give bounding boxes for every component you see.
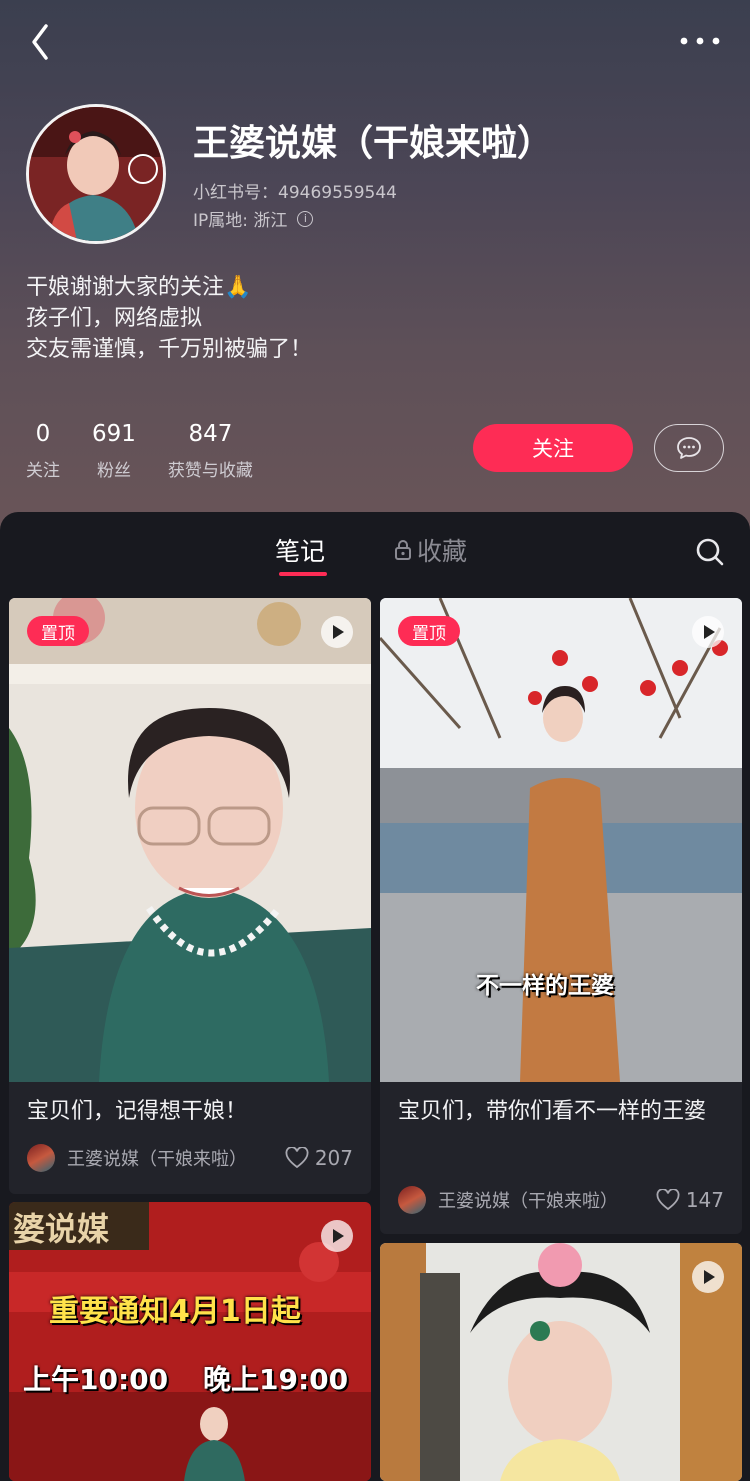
content-tabs: 笔记 收藏 bbox=[0, 512, 750, 590]
video-play-icon bbox=[321, 616, 353, 648]
likes-collects-stat[interactable]: 847 获赞与收藏 bbox=[168, 420, 253, 481]
likes-collects-count: 847 bbox=[188, 421, 233, 447]
like-count: 207 bbox=[314, 1146, 353, 1170]
following-count: 0 bbox=[35, 421, 51, 447]
note-card[interactable]: 婆说媒 重要通知4月1日起 上午10:00 晚上19:00 bbox=[9, 1202, 371, 1481]
note-cover-image bbox=[380, 598, 742, 1082]
followers-label: 粉丝 bbox=[96, 461, 131, 481]
search-button[interactable] bbox=[694, 536, 726, 568]
following-stat[interactable]: 0 关注 bbox=[26, 420, 60, 481]
followers-stat[interactable]: 691 粉丝 bbox=[92, 420, 136, 481]
followers-count: 691 bbox=[92, 421, 136, 447]
search-icon bbox=[696, 538, 724, 566]
author-avatar[interactable] bbox=[27, 1144, 55, 1172]
note-footer: 王婆说媒（干娘来啦） 207 bbox=[27, 1142, 353, 1174]
heart-icon bbox=[285, 1147, 309, 1169]
tab-notes[interactable]: 笔记 bbox=[275, 532, 325, 568]
more-dots-icon bbox=[680, 37, 720, 45]
bio-line: 孩子们，网络虚拟 bbox=[26, 306, 203, 331]
author-name[interactable]: 王婆说媒（干娘来啦） bbox=[438, 1187, 618, 1213]
ip-location-row: IP属地: 浙江 i bbox=[193, 206, 314, 231]
note-cover-image bbox=[9, 598, 371, 1082]
author-avatar[interactable] bbox=[398, 1186, 426, 1214]
cover-caption: 上午10:00 bbox=[23, 1363, 169, 1396]
heart-icon bbox=[656, 1189, 680, 1211]
tab-collections[interactable]: 收藏 bbox=[393, 532, 467, 568]
pinned-badge: 置顶 bbox=[27, 616, 89, 646]
note-card[interactable]: 置顶 宝贝们，记得想干娘！ 王婆说媒（干娘来啦） 207 bbox=[9, 598, 371, 1194]
chat-bubble-icon bbox=[677, 437, 701, 459]
like-button[interactable]: 207 bbox=[285, 1146, 353, 1170]
back-button[interactable] bbox=[24, 20, 60, 64]
profile-avatar[interactable] bbox=[26, 104, 166, 244]
message-button[interactable] bbox=[654, 424, 724, 472]
top-bar bbox=[0, 0, 750, 84]
more-options-button[interactable] bbox=[674, 24, 726, 58]
note-card[interactable]: 置顶 不一样的王婆 宝贝们，带你们看不一样的王婆 王婆说媒（干娘来啦） 147 bbox=[380, 598, 742, 1234]
note-title: 宝贝们，带你们看不一样的王婆 bbox=[398, 1099, 707, 1124]
cover-caption: 重要通知4月1日起 bbox=[49, 1294, 301, 1329]
author-name[interactable]: 王婆说媒（干娘来啦） bbox=[67, 1145, 247, 1171]
info-icon[interactable]: i bbox=[297, 210, 314, 227]
note-cover-image bbox=[380, 1243, 742, 1481]
lock-icon bbox=[395, 540, 411, 560]
video-play-icon bbox=[692, 1261, 724, 1293]
avatar-image bbox=[29, 107, 163, 241]
ip-location: IP属地: 浙江 bbox=[193, 211, 288, 231]
following-label: 关注 bbox=[26, 461, 60, 481]
profile-stats: 0 关注 691 粉丝 847 获赞与收藏 bbox=[26, 420, 285, 481]
like-button[interactable]: 147 bbox=[656, 1188, 724, 1212]
tab-collections-label: 收藏 bbox=[417, 537, 468, 566]
pinned-badge: 置顶 bbox=[398, 616, 460, 646]
profile-nickname: 王婆说媒（干娘来啦） bbox=[193, 123, 554, 164]
cover-caption: 晚上19:00 bbox=[203, 1363, 349, 1396]
follow-button[interactable]: 关注 bbox=[473, 424, 633, 472]
red-id: 小红书号：49469559544 bbox=[193, 183, 397, 203]
note-title: 宝贝们，记得想干娘！ bbox=[27, 1099, 248, 1124]
video-play-icon bbox=[321, 1220, 353, 1252]
note-card[interactable] bbox=[380, 1243, 742, 1481]
bio-line: 干娘谢谢大家的关注🙏 bbox=[26, 275, 252, 300]
note-footer: 王婆说媒（干娘来啦） 147 bbox=[398, 1184, 724, 1216]
bio-line: 交友需谨慎，千万别被骗了！ bbox=[26, 337, 313, 362]
likes-collects-label: 获赞与收藏 bbox=[167, 461, 253, 481]
cover-caption: 不一样的王婆 bbox=[476, 973, 614, 999]
cover-sign-text: 婆说媒 bbox=[13, 1210, 110, 1248]
profile-bio: 干娘谢谢大家的关注🙏 孩子们，网络虚拟 交友需谨慎，千万别被骗了！ bbox=[26, 272, 312, 365]
active-tab-indicator bbox=[279, 572, 327, 576]
like-count: 147 bbox=[685, 1188, 724, 1212]
chevron-left-icon bbox=[32, 24, 48, 60]
video-play-icon bbox=[692, 616, 724, 648]
notes-panel: 笔记 收藏 置顶 宝贝们，记得想干娘！ 王婆说媒（干娘来啦） 207 置顶 不一… bbox=[0, 512, 750, 1481]
